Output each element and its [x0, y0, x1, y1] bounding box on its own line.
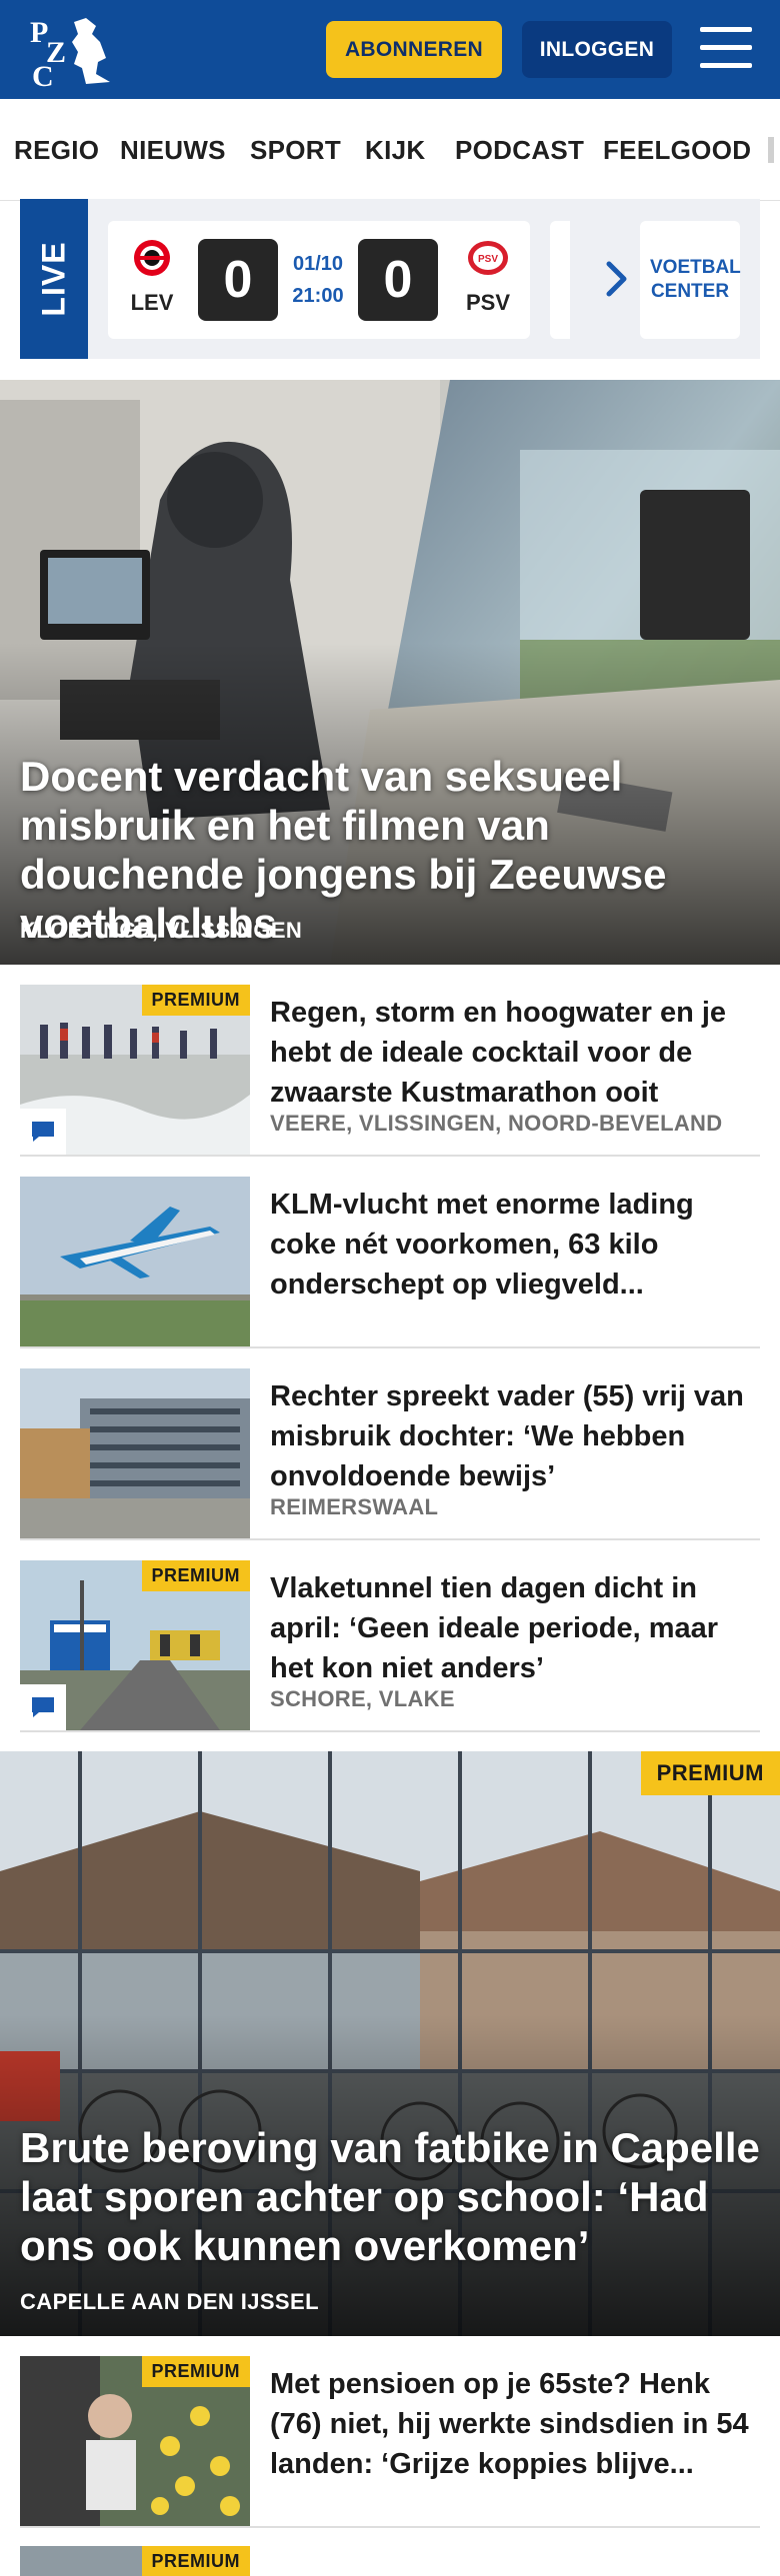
article-thumbnail-partial[interactable]: PREMIUM: [20, 2546, 250, 2576]
premium-badge: PREMIUM: [141, 1560, 250, 1591]
home-team-code: LEV: [130, 290, 174, 315]
next-match-card-peek[interactable]: [550, 221, 570, 339]
article-thumbnail: [20, 1177, 250, 1346]
match-datetime: 01/10 21:00: [292, 253, 344, 307]
svg-text:C: C: [32, 60, 54, 90]
leverkusen-crest-icon: [134, 240, 170, 276]
nav-overflow-indicator: [768, 137, 774, 163]
premium-badge: PREMIUM: [141, 985, 250, 1016]
nav-item-nieuws[interactable]: NIEUWS: [120, 99, 226, 200]
pzc-logo[interactable]: P Z C: [26, 12, 122, 90]
subscribe-button[interactable]: ABONNEREN: [326, 21, 502, 78]
section-nav: REGIO NIEUWS SPORT KIJK PODCAST FEELGOOD: [0, 99, 780, 201]
article-location: SCHORE, VLAKE: [270, 1686, 455, 1711]
premium-badge: PREMIUM: [640, 1751, 780, 1795]
article-title[interactable]: Met pensioen op je 65ste? Henk (76) niet…: [270, 2364, 760, 2484]
article-title[interactable]: KLM-vlucht met enorme lading coke nét vo…: [270, 1185, 760, 1304]
home-team: LEV: [112, 237, 192, 316]
hero-location: KLOETINGE, VLISSINGEN: [20, 918, 303, 943]
login-button[interactable]: INLOGGEN: [522, 21, 672, 78]
premium-badge: PREMIUM: [141, 2356, 250, 2387]
nav-item-feelgood[interactable]: FEELGOOD: [603, 99, 751, 200]
premium-badge: PREMIUM: [141, 2546, 250, 2576]
article-title[interactable]: Vlaketunnel tien dagen dicht in april: ‘…: [270, 1568, 760, 1688]
comment-icon: [20, 1684, 66, 1730]
voetbalcenter-link[interactable]: VOETBAL CENTER: [640, 221, 741, 339]
nav-item-sport[interactable]: SPORT: [250, 99, 341, 200]
top-header: P Z C ABONNEREN INLOGGEN: [0, 0, 780, 99]
article-thumbnail: PREMIUM: [20, 2356, 250, 2526]
article-thumbnail: PREMIUM: [20, 1560, 250, 1730]
svg-text:PSV: PSV: [478, 254, 498, 265]
article-thumbnail: PREMIUM: [20, 985, 250, 1155]
article-location: VEERE, VLISSINGEN, NOORD-BEVELAND: [270, 1111, 723, 1136]
comment-icon: [20, 1109, 66, 1155]
away-score: 0: [358, 239, 438, 321]
hamburger-icon[interactable]: [700, 27, 752, 71]
nav-item-regio[interactable]: REGIO: [14, 99, 99, 200]
away-team: PSV PSV: [448, 237, 528, 316]
feature-location: CAPELLE AAN DEN IJSSEL: [20, 2289, 319, 2314]
nav-item-podcast[interactable]: PODCAST: [455, 99, 584, 200]
live-scores-bar: LIVE LEV 0 01/10 21:00 0 PSV PSV VOETBAL…: [20, 199, 760, 359]
away-team-code: PSV: [465, 290, 511, 315]
nav-item-kijk[interactable]: KIJK: [365, 99, 425, 200]
article-item[interactable]: Rechter spreekt vader (55) vrij van misb…: [20, 1368, 760, 1540]
article-title[interactable]: Rechter spreekt vader (55) vrij van misb…: [270, 1376, 760, 1496]
feature-title[interactable]: Brute beroving van fatbike in Capelle la…: [20, 2123, 775, 2270]
hero-article[interactable]: Docent verdacht van seksueel misbruik en…: [0, 380, 780, 965]
article-item[interactable]: PREMIUM Vlaketunnel tien dagen dicht in …: [20, 1560, 760, 1732]
article-title[interactable]: Regen, storm en hoogwater en je hebt de …: [270, 993, 760, 1113]
psv-crest-icon: PSV: [468, 241, 508, 275]
article-item[interactable]: KLM-vlucht met enorme lading coke nét vo…: [20, 1177, 760, 1348]
article-location: REIMERSWAAL: [270, 1494, 439, 1519]
article-item[interactable]: PREMIUM Met pensioen op je 65ste? Henk (…: [20, 2356, 760, 2528]
live-label: LIVE: [20, 199, 88, 359]
article-item[interactable]: PREMIUM Regen, storm en hoogwater en je …: [20, 985, 760, 1157]
home-score: 0: [198, 239, 278, 321]
match-card[interactable]: LEV 0 01/10 21:00 0 PSV PSV: [108, 221, 530, 339]
feature-article[interactable]: PREMIUM Brute beroving van fatbike in Ca…: [0, 1751, 780, 2336]
chevron-right-icon[interactable]: [592, 254, 642, 304]
article-thumbnail: [20, 1368, 250, 1538]
